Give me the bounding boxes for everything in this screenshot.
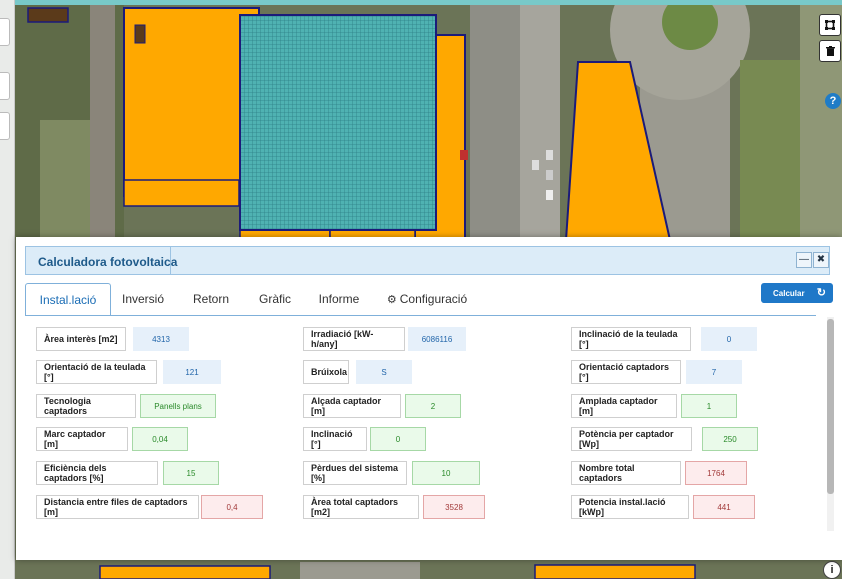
area-captadors-value: 3528	[423, 495, 485, 519]
nombre-captadors-value: 1764	[685, 461, 747, 485]
eficiencia-value[interactable]: 15	[163, 461, 219, 485]
field-amplada: Amplada captador [m] 1	[571, 394, 737, 418]
scrollbar-thumb[interactable]	[827, 319, 834, 494]
irradiacio-value[interactable]: 6086116	[408, 327, 466, 351]
field-tecnologia: Tecnologia captadors Panells plans	[36, 394, 216, 418]
calculate-label: Calcular	[773, 289, 805, 298]
field-label: Marc captador [m]	[36, 427, 128, 451]
left-toolbar-button[interactable]	[0, 72, 10, 100]
tab-configuracio[interactable]: ⚙ Configuració	[382, 283, 472, 315]
field-marc: Marc captador [m] 0,04	[36, 427, 188, 451]
field-area-interes: Àrea interès [m2] 4313	[36, 327, 189, 351]
field-label: Àrea interès [m2]	[36, 327, 126, 351]
tab-label: Informe	[318, 292, 360, 306]
field-label: Inclinació [°]	[303, 427, 367, 451]
select-area-icon[interactable]	[819, 14, 841, 36]
tab-label: Retorn	[192, 292, 230, 306]
tab-retorn[interactable]: Retorn	[187, 283, 235, 315]
tab-grafic[interactable]: Gràfic	[253, 283, 297, 315]
tab-label: Configuració	[399, 292, 468, 306]
orientacio-teulada-value[interactable]: 121	[163, 360, 221, 384]
info-icon[interactable]: i	[823, 561, 841, 579]
bruixola-value[interactable]: S	[356, 360, 412, 384]
minimize-button[interactable]: —	[796, 252, 812, 268]
field-label: Eficiència dels captadors [%]	[36, 461, 158, 485]
field-distancia-files: Distancia entre files de captadors [m] 0…	[36, 495, 263, 519]
close-button[interactable]: ✖	[813, 252, 829, 268]
calculate-button[interactable]: Calcular ↻	[761, 283, 833, 303]
field-inclinacio-teulada: Inclinació de la teulada [°] 0	[571, 327, 757, 351]
left-toolbar-button[interactable]	[0, 18, 10, 46]
top-border	[0, 0, 842, 5]
help-icon[interactable]: ?	[825, 93, 841, 109]
field-nombre-captadors: Nombre total captadors 1764	[571, 461, 747, 485]
dialog-header[interactable]: Calculadora fotovoltaica — ✖	[25, 246, 830, 275]
field-label: Inclinació de la teulada [°]	[571, 327, 691, 351]
tab-installacio[interactable]: Instal.lació	[25, 283, 111, 316]
form-scrollbar[interactable]	[827, 317, 834, 531]
field-potencia-instal: Potencia instal.lació [kWp] 441	[571, 495, 755, 519]
field-label: Àrea total captadors [m2]	[303, 495, 419, 519]
field-label: Distancia entre files de captadors [m]	[36, 495, 199, 519]
field-bruixola: Brúixola S	[303, 360, 412, 384]
trash-icon[interactable]	[819, 40, 841, 62]
tab-label: Instal.lació	[39, 293, 97, 307]
field-label: Potencia instal.lació [kWp]	[571, 495, 689, 519]
amplada-value[interactable]: 1	[681, 394, 737, 418]
field-label: Tecnologia captadors	[36, 394, 136, 418]
tab-label: Gràfic	[258, 292, 291, 306]
inclinacio-value[interactable]: 0	[370, 427, 426, 451]
field-irradiacio: Irradiació [kW-h/any] 6086116	[303, 327, 466, 351]
field-inclinacio: Inclinació [°] 0	[303, 427, 426, 451]
left-toolbar	[0, 0, 15, 579]
field-label: Orientació captadors [°]	[571, 360, 681, 384]
gear-icon: ⚙	[386, 293, 397, 306]
field-label: Alçada captador [m]	[303, 394, 401, 418]
installation-form: Àrea interès [m2] 4313 Irradiació [kW-h/…	[25, 316, 838, 531]
field-label: Amplada captador [m]	[571, 394, 677, 418]
dialog-title: Calculadora fotovoltaica	[38, 255, 178, 269]
field-label: Brúixola	[303, 360, 349, 384]
orientacio-captadors-value[interactable]: 7	[686, 360, 742, 384]
field-orientacio-captadors: Orientació captadors [°] 7	[571, 360, 742, 384]
marc-value[interactable]: 0,04	[132, 427, 188, 451]
field-potencia-captador: Potència per captador [Wp] 250	[571, 427, 758, 451]
distancia-files-value[interactable]: 0,4	[201, 495, 263, 519]
field-area-captadors: Àrea total captadors [m2] 3528	[303, 495, 485, 519]
tab-informe[interactable]: Informe	[313, 283, 365, 315]
field-perdues: Pèrdues del sistema [%] 10	[303, 461, 480, 485]
tab-label: Inversió	[121, 292, 165, 306]
perdues-value[interactable]: 10	[412, 461, 480, 485]
field-alcada: Alçada captador [m] 2	[303, 394, 461, 418]
field-label: Orientació de la teulada [°]	[36, 360, 157, 384]
refresh-icon: ↻	[816, 287, 826, 299]
tab-inversio[interactable]: Inversió	[116, 283, 170, 315]
field-orientacio-teulada: Orientació de la teulada [°] 121	[36, 360, 221, 384]
field-label: Potència per captador [Wp]	[571, 427, 692, 451]
field-eficiencia: Eficiència dels captadors [%] 15	[36, 461, 219, 485]
potencia-captador-value[interactable]: 250	[702, 427, 758, 451]
tecnologia-value[interactable]: Panells plans	[140, 394, 216, 418]
photovoltaic-calculator-dialog: Calculadora fotovoltaica — ✖ Instal.laci…	[16, 237, 842, 560]
field-label: Nombre total captadors	[571, 461, 681, 485]
inclinacio-teulada-value[interactable]: 0	[701, 327, 757, 351]
potencia-instal-value: 441	[693, 495, 755, 519]
tab-bar: Instal.lació Inversió Retorn Gràfic Info…	[25, 283, 765, 316]
field-label: Irradiació [kW-h/any]	[303, 327, 405, 351]
field-label: Pèrdues del sistema [%]	[303, 461, 407, 485]
alcada-value[interactable]: 2	[405, 394, 461, 418]
left-toolbar-button[interactable]	[0, 112, 10, 140]
area-interes-value[interactable]: 4313	[133, 327, 189, 351]
